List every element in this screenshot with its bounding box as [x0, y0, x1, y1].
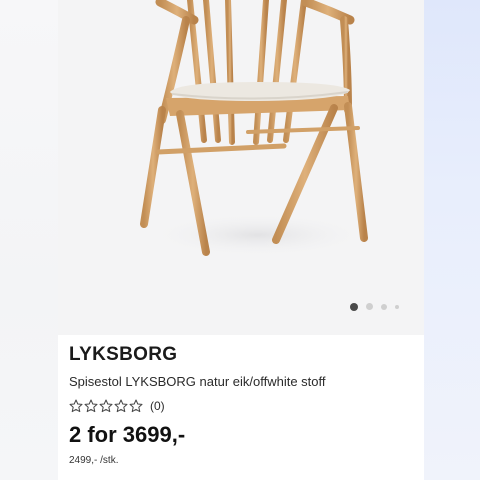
- background-left: [0, 0, 58, 480]
- carousel-dot[interactable]: [350, 303, 358, 311]
- star-icon: [129, 399, 143, 413]
- rating[interactable]: (0): [69, 397, 165, 413]
- chair-illustration: [140, 0, 368, 257]
- product-image[interactable]: [58, 0, 424, 335]
- carousel-dot[interactable]: [395, 305, 399, 309]
- background-right: [424, 0, 480, 480]
- star-icon: [114, 399, 128, 413]
- star-icon: [84, 399, 98, 413]
- star-icon: [99, 399, 113, 413]
- product-card[interactable]: LYKSBORG Spisestol LYKSBORG natur eik/of…: [58, 0, 424, 480]
- unit-price: 2499,- /stk.: [69, 455, 119, 466]
- star-rating: [69, 397, 144, 414]
- rating-count: (0): [150, 398, 165, 413]
- carousel-dot[interactable]: [381, 304, 387, 310]
- carousel-dots: [58, 300, 424, 312]
- product-price: 2 for 3699,-: [69, 422, 186, 447]
- product-name[interactable]: LYKSBORG: [69, 344, 177, 366]
- carousel-dot[interactable]: [366, 303, 373, 310]
- star-icon: [69, 399, 83, 413]
- product-description[interactable]: Spisestol LYKSBORG natur eik/offwhite st…: [69, 374, 326, 389]
